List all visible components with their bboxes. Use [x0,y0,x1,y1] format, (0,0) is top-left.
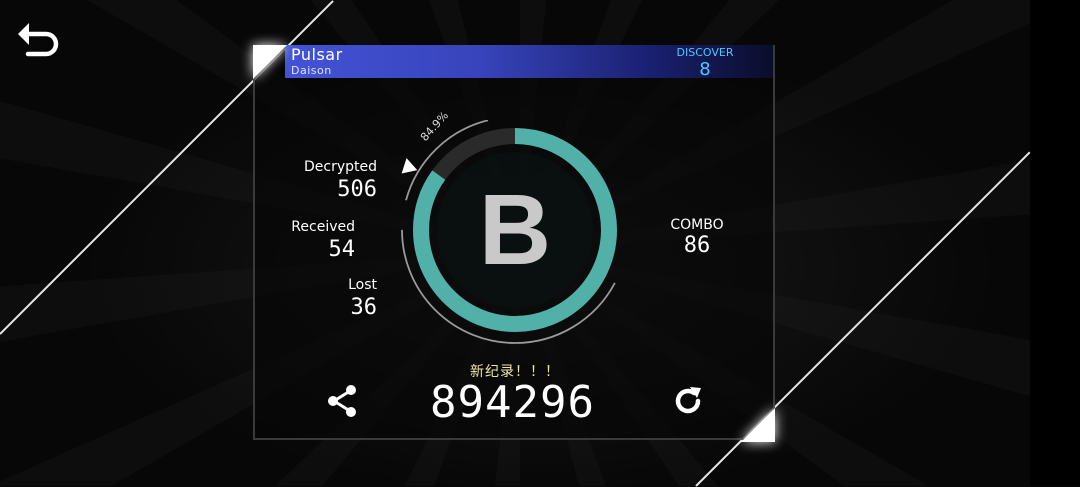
song-artist: Daison [291,64,332,77]
decrypted-label: Decrypted [303,159,377,175]
back-button[interactable] [14,14,62,58]
retry-button[interactable] [668,381,708,421]
decrypted-value: 506 [337,177,377,202]
combo-value: 86 [683,233,711,258]
grade-letter: B [478,174,552,286]
share-button[interactable] [322,381,362,421]
lost-label: Lost [348,277,377,293]
discover-value: 8 [699,59,711,80]
received-value: 54 [328,237,356,262]
panel-corner-accent [253,45,287,79]
received-label: Received [291,219,355,235]
share-icon [328,385,356,417]
discover-label: DISCOVER [676,46,734,59]
song-title: Pulsar [291,45,343,64]
panel-corner-accent [741,408,775,442]
retry-icon [675,387,701,414]
lost-value: 36 [350,295,378,320]
back-arrow-icon [18,23,59,57]
screen-edge [1030,0,1080,486]
score-value: 894296 [430,377,595,428]
combo-label: COMBO [670,217,724,233]
